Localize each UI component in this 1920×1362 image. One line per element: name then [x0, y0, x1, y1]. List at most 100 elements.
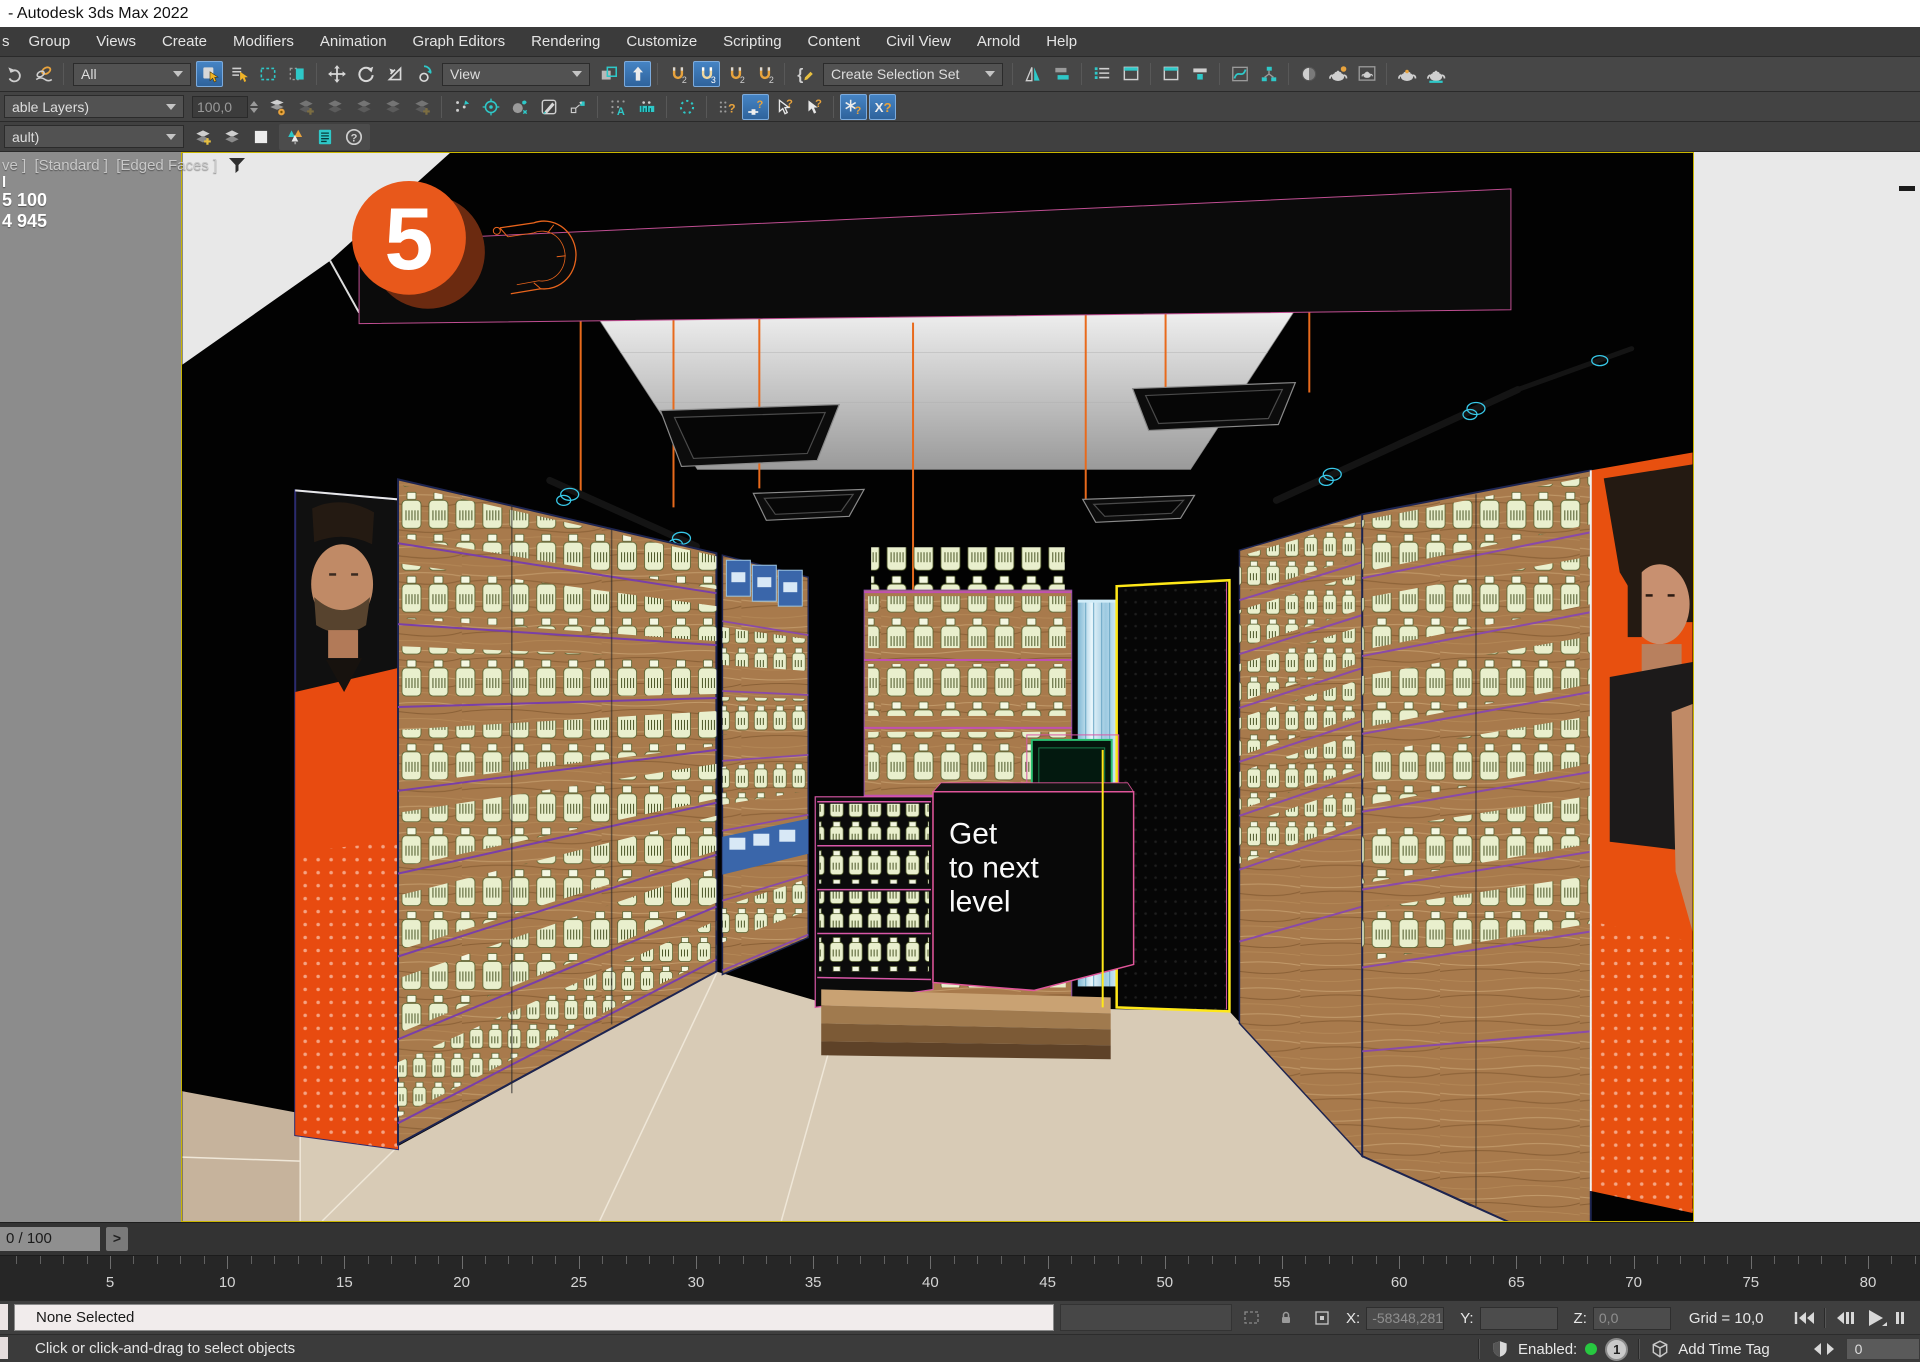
menu-arnold[interactable]: Arnold	[964, 27, 1033, 56]
place-icon[interactable]	[410, 61, 437, 87]
grid-a-icon[interactable]	[604, 94, 631, 120]
layer-del-icon[interactable]	[321, 94, 348, 120]
trees-icon[interactable]	[282, 124, 309, 150]
banner-man[interactable]	[295, 490, 398, 1149]
shelf-right-near[interactable]	[1362, 470, 1591, 1221]
magnet3-icon[interactable]	[693, 61, 720, 87]
render-frame-icon[interactable]	[1353, 61, 1380, 87]
target-icon[interactable]	[477, 94, 504, 120]
dots-q-icon[interactable]	[713, 94, 740, 120]
x-coordinate-field[interactable]: -58348,281	[1366, 1307, 1444, 1330]
dropdown-create-selection-set[interactable]: Create Selection Set	[823, 63, 1003, 86]
rotate-icon[interactable]	[352, 61, 379, 87]
select-object-icon[interactable]	[196, 61, 223, 87]
menu-create[interactable]: Create	[149, 27, 220, 56]
layer-window-icon[interactable]	[1117, 61, 1144, 87]
menu-group[interactable]: Group	[16, 27, 84, 56]
scene-explorer-icon[interactable]	[1157, 61, 1184, 87]
key-mode-toggle-icon[interactable]	[1812, 1341, 1836, 1357]
doc-lines-icon[interactable]	[311, 124, 338, 150]
right-viewport-area[interactable]	[1694, 152, 1920, 1222]
z-coordinate-field[interactable]: 0,0	[1593, 1307, 1671, 1330]
left-viewport-area[interactable]	[0, 152, 181, 1222]
menu-scripting[interactable]: Scripting	[710, 27, 794, 56]
shelf-mid-left[interactable]	[722, 555, 808, 974]
current-frame-field[interactable]: 0	[1846, 1338, 1920, 1360]
layer-plus-icon[interactable]	[292, 94, 319, 120]
viewport-label[interactable]: ve ] [Standard ] [Edged Faces ]	[2, 155, 247, 175]
scatter-icon[interactable]	[448, 94, 475, 120]
scale-icon[interactable]	[381, 61, 408, 87]
teapot-orange-icon[interactable]	[1393, 61, 1420, 87]
pivot-icon[interactable]	[595, 61, 622, 87]
ribbon-icon[interactable]	[1186, 61, 1213, 87]
isolate-selection-icon[interactable]	[1242, 1309, 1262, 1327]
move-icon[interactable]	[323, 61, 350, 87]
spinner-field[interactable]: 100,0	[192, 96, 258, 118]
plus-grid-icon[interactable]	[408, 94, 435, 120]
menu-animation[interactable]: Animation	[307, 27, 400, 56]
named-sets-icon[interactable]	[791, 61, 818, 87]
layers-gear-icon[interactable]	[263, 94, 290, 120]
menu-help[interactable]: Help	[1033, 27, 1090, 56]
manipulate-icon[interactable]	[624, 61, 651, 87]
paint-box-icon[interactable]	[535, 94, 562, 120]
crossing-icon[interactable]	[283, 61, 310, 87]
schematic-icon[interactable]	[1255, 61, 1282, 87]
menu-s[interactable]: s	[0, 27, 16, 56]
move-snap-icon[interactable]	[564, 94, 591, 120]
align-icon[interactable]	[1048, 61, 1075, 87]
magnet2-icon[interactable]	[664, 61, 691, 87]
previous-frame-button[interactable]	[1834, 1309, 1856, 1327]
link-icon[interactable]	[30, 61, 57, 87]
paint-sphere-icon[interactable]	[506, 94, 533, 120]
xq-icon[interactable]	[869, 94, 896, 120]
teapot-teal-icon[interactable]	[1422, 61, 1449, 87]
time-slider-field[interactable]: 0 / 100	[0, 1227, 100, 1251]
layers-icon[interactable]	[379, 94, 406, 120]
enabled-count-badge[interactable]: 1	[1605, 1338, 1628, 1361]
go-to-start-button[interactable]	[1792, 1309, 1816, 1327]
material-editor-icon[interactable]	[1295, 61, 1322, 87]
menu-customize[interactable]: Customize	[613, 27, 710, 56]
white-square-icon[interactable]	[247, 124, 274, 150]
curve-editor-icon[interactable]	[1226, 61, 1253, 87]
menu-views[interactable]: Views	[83, 27, 149, 56]
spinner-snap-icon[interactable]	[751, 61, 778, 87]
viewport-canvas[interactable]: 5	[182, 153, 1693, 1221]
layer-list-icon[interactable]	[1088, 61, 1115, 87]
dropdown-view[interactable]: View	[442, 63, 590, 86]
help-icon[interactable]	[340, 124, 367, 150]
cursor2-q-icon[interactable]	[800, 94, 827, 120]
mirror-icon[interactable]	[1019, 61, 1046, 87]
measure-icon[interactable]	[633, 94, 660, 120]
menu-civil-view[interactable]: Civil View	[873, 27, 964, 56]
undo-icon[interactable]	[1, 61, 28, 87]
dropdown-able-layers-[interactable]: able Layers)	[4, 95, 184, 118]
absolute-mode-icon[interactable]	[1312, 1309, 1332, 1327]
timeline-ruler[interactable]: 5101520253035404550556065707580	[0, 1255, 1920, 1300]
menu-modifiers[interactable]: Modifiers	[220, 27, 307, 56]
spinner-arrows[interactable]	[250, 100, 258, 114]
y-coordinate-field[interactable]	[1480, 1307, 1558, 1330]
slider-q-icon[interactable]	[742, 94, 769, 120]
banner-woman[interactable]	[1591, 452, 1693, 1213]
layer-plus-icon[interactable]	[189, 124, 216, 150]
selection-lock-icon[interactable]	[1276, 1309, 1296, 1327]
layers-icon[interactable]	[218, 124, 245, 150]
menu-content[interactable]: Content	[795, 27, 874, 56]
spinner-value[interactable]: 100,0	[192, 96, 248, 118]
shield-icon[interactable]	[1490, 1339, 1510, 1359]
magnet-percent-icon[interactable]	[722, 61, 749, 87]
snow-q-icon[interactable]	[840, 94, 867, 120]
filter-funnel-icon[interactable]	[227, 155, 247, 175]
dropdown-ault-[interactable]: ault)	[4, 125, 184, 148]
region-icon[interactable]	[254, 61, 281, 87]
dotted-circle-icon[interactable]	[673, 94, 700, 120]
layer-doc-icon[interactable]	[350, 94, 377, 120]
next-frame-button-clipped[interactable]	[1896, 1309, 1906, 1327]
menu-graph-editors[interactable]: Graph Editors	[400, 27, 519, 56]
select-by-name-icon[interactable]	[225, 61, 252, 87]
play-button[interactable]	[1864, 1308, 1888, 1328]
dropdown-all[interactable]: All	[73, 63, 191, 86]
